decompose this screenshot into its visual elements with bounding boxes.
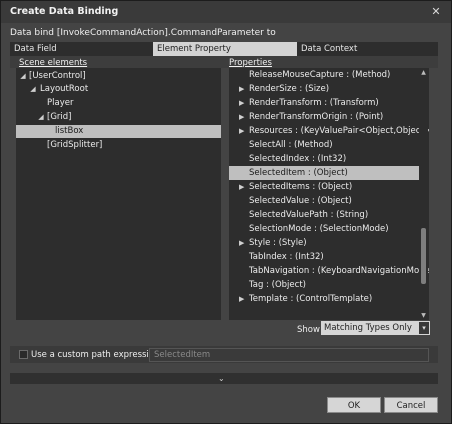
scrollbar-thumb[interactable] (421, 228, 426, 284)
custom-path-checkbox[interactable] (19, 350, 28, 359)
show-label: Show (297, 325, 320, 335)
property-item[interactable]: ▶ Template : (ControlTemplate) (229, 292, 419, 306)
property-item[interactable]: ▶ RenderTransformOrigin : (Point) (229, 110, 419, 124)
title-bar: Create Data Binding ✕ (1, 1, 451, 23)
expand-icon[interactable]: ▶ (239, 85, 246, 93)
scroll-up-icon[interactable]: ▲ (419, 68, 428, 77)
property-item[interactable]: ▶ Resources : (KeyValuePair<Object,Object… (229, 124, 429, 138)
property-item[interactable]: ▶ RenderSize : (Size) (229, 82, 419, 96)
tab-element-property[interactable]: Element Property (153, 42, 297, 56)
expand-icon[interactable]: ▶ (239, 99, 246, 107)
property-item[interactable]: ▶ SelectedItems : (Object) (229, 180, 419, 194)
ok-button[interactable]: OK (327, 397, 381, 413)
tree-node-player[interactable]: Player (16, 97, 221, 110)
property-item[interactable]: ▶ RenderTransform : (Transform) (229, 96, 419, 110)
scene-elements-header: Scene elements (19, 58, 88, 68)
expand-icon[interactable]: ▶ (239, 183, 246, 191)
properties-scrollbar[interactable]: ▲ ▼ (419, 68, 428, 320)
cancel-button[interactable]: Cancel (384, 397, 438, 413)
tree-node-grid[interactable]: ◢ [Grid] (16, 111, 221, 124)
property-item[interactable]: ▶ Style : (Style) (229, 236, 419, 250)
tab-data-field[interactable]: Data Field (10, 42, 153, 56)
properties-header: Properties (229, 58, 272, 68)
show-selected-value: Matching Types Only (324, 323, 412, 333)
tree-node-gridsplitter[interactable]: [GridSplitter] (16, 139, 221, 152)
property-item[interactable]: SelectAll : (Method) (229, 138, 419, 152)
bind-target-label: Data bind [InvokeCommandAction].CommandP… (10, 28, 276, 38)
expand-icon[interactable]: ▶ (239, 113, 246, 121)
collapse-icon[interactable]: ◢ (37, 113, 45, 121)
tree-node-listbox[interactable]: listBox (16, 125, 221, 138)
chevron-down-icon[interactable]: ▾ (419, 322, 429, 334)
property-item[interactable]: SelectedValuePath : (String) (229, 208, 419, 222)
collapse-icon[interactable]: ◢ (19, 72, 27, 80)
custom-path-input[interactable]: SelectedItem (149, 348, 429, 362)
create-data-binding-dialog: Create Data Binding ✕ Data bind [InvokeC… (0, 0, 452, 424)
property-item[interactable]: ReleaseMouseCapture : (Method) (229, 68, 419, 82)
show-filter-dropdown[interactable]: Matching Types Only ▾ (321, 321, 430, 335)
more-options-expander[interactable]: ⌄ (10, 373, 438, 384)
double-chevron-down-icon[interactable]: ⌄ (218, 373, 225, 384)
expand-icon[interactable]: ▶ (239, 239, 246, 247)
property-item[interactable]: TabNavigation : (KeyboardNavigationMode) (229, 264, 429, 278)
scene-elements-tree: ◢ [UserControl] ◢ LayoutRoot Player ◢ [G… (16, 68, 221, 320)
tree-node-usercontrol[interactable]: ◢ [UserControl] (16, 70, 221, 83)
tree-node-layoutroot[interactable]: ◢ LayoutRoot (16, 83, 221, 96)
tab-data-context[interactable]: Data Context (297, 42, 438, 56)
property-item[interactable]: SelectedIndex : (Int32) (229, 152, 419, 166)
scroll-down-icon[interactable]: ▼ (419, 311, 428, 320)
property-item[interactable]: SelectionMode : (SelectionMode) (229, 222, 419, 236)
close-icon[interactable]: ✕ (429, 5, 443, 19)
dialog-title: Create Data Binding (10, 6, 119, 17)
custom-path-label: Use a custom path expression (31, 350, 160, 360)
property-item-selected[interactable]: SelectedItem : (Object) (229, 166, 419, 180)
expand-icon[interactable]: ▶ (239, 127, 246, 135)
property-item[interactable]: Tag : (Object) (229, 278, 419, 292)
properties-list: ReleaseMouseCapture : (Method) ▶ RenderSi… (229, 68, 429, 320)
collapse-icon[interactable]: ◢ (29, 85, 37, 93)
property-item[interactable]: TabIndex : (Int32) (229, 250, 419, 264)
property-item[interactable]: SelectedValue : (Object) (229, 194, 419, 208)
expand-icon[interactable]: ▶ (239, 295, 246, 303)
